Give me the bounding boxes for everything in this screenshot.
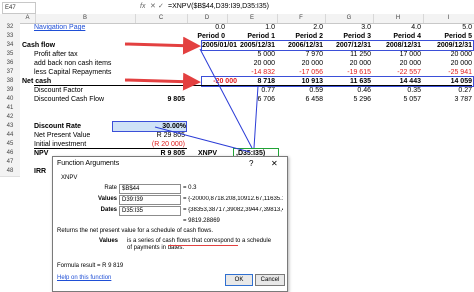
- annotation-arrows: [124, 36, 259, 153]
- close-icon[interactable]: ✕: [271, 159, 278, 168]
- arrow-to-values: [124, 72, 201, 91]
- rate-input[interactable]: $B$44: [119, 184, 181, 194]
- function-name: XNPV: [61, 175, 78, 181]
- dates-input[interactable]: D35:I35: [119, 206, 181, 216]
- arrow-to-dates: [124, 36, 201, 55]
- cancel-button[interactable]: Cancel: [255, 274, 285, 286]
- irr-label: IRR: [34, 168, 47, 175]
- values-input[interactable]: D39:I39: [119, 195, 181, 205]
- arg-name: Values: [99, 238, 119, 244]
- function-arguments-dialog: Function Arguments ? ✕ XNPV Rate $B$44 =…: [52, 156, 288, 292]
- rate-ref-line: [154, 126, 251, 153]
- values-ref-line: [253, 85, 259, 149]
- dates-ref-line: [199, 48, 253, 149]
- help-link[interactable]: Help on this function: [57, 275, 111, 281]
- values-result: = {-20000,8718.208,10912.67,11635.17,144…: [183, 196, 283, 202]
- row-header-48[interactable]: 48: [0, 167, 20, 177]
- total-result: = 9819.28869: [183, 218, 220, 224]
- ok-button[interactable]: OK: [225, 274, 253, 286]
- function-description: Returns the net present value for a sche…: [57, 228, 214, 234]
- dialog-title: Function Arguments: [57, 160, 120, 167]
- rate-label: Rate: [104, 185, 117, 191]
- rate-result: = 0.3: [183, 185, 197, 191]
- dates-result: = {38353,38717,39082,39447,39813,40178}: [183, 207, 283, 213]
- formula-result: Formula result = R 9 819: [57, 263, 124, 269]
- values-label: Values: [97, 196, 117, 202]
- help-icon[interactable]: ?: [249, 159, 253, 168]
- description-underline: [168, 245, 238, 246]
- dates-label: Dates: [100, 207, 117, 213]
